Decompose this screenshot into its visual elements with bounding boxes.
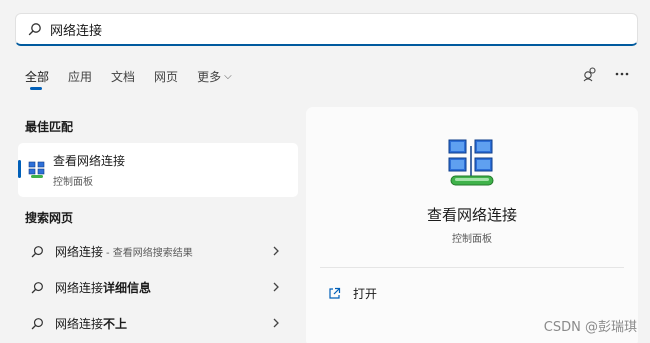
tab-label: 应用	[68, 70, 93, 84]
tab-more[interactable]: 更多 ⌵	[197, 68, 232, 85]
web-search-heading: 搜索网页	[25, 211, 74, 225]
open-button[interactable]: 打开	[328, 285, 377, 302]
web-result-item[interactable]: 网络连接不上	[25, 309, 293, 337]
open-label: 打开	[353, 287, 378, 301]
web-result-item[interactable]: 网络连接 - 查看网络搜索结果	[25, 237, 293, 265]
tab-label: 文档	[111, 70, 136, 84]
watermark: CSDN @彭瑞琪	[543, 320, 637, 335]
tab-documents[interactable]: 文档	[111, 68, 135, 85]
result-name: 查看网络连接	[53, 154, 126, 168]
tab-apps[interactable]: 应用	[68, 68, 92, 85]
search-input[interactable]	[50, 17, 570, 41]
network-connections-icon	[448, 139, 494, 186]
search-box[interactable]	[15, 13, 638, 46]
detail-subtitle: 控制面板	[452, 234, 492, 245]
header-actions	[582, 66, 630, 82]
detail-title: 查看网络连接	[426, 206, 517, 224]
filter-tabs: 全部 应用 文档 网页 更多 ⌵	[25, 68, 251, 90]
search-icon	[31, 245, 45, 258]
chevron-down-icon: ⌵	[224, 71, 232, 82]
tab-label: 网页	[154, 70, 179, 84]
tab-web[interactable]: 网页	[154, 68, 178, 85]
web-result-label: 网络连接不上	[55, 316, 128, 331]
web-result-suffix: - 查看网络搜索结果	[106, 247, 193, 259]
open-external-icon	[328, 287, 342, 300]
network-connections-icon	[28, 161, 45, 178]
divider	[320, 267, 624, 268]
web-result-label: 网络连接详细信息	[55, 280, 152, 295]
web-result-label: 网络连接	[55, 244, 104, 259]
chevron-right-icon	[271, 280, 281, 294]
search-icon	[31, 317, 45, 330]
tab-all[interactable]: 全部	[25, 68, 50, 90]
chevron-right-icon	[271, 316, 281, 330]
share-people-icon[interactable]	[582, 66, 598, 82]
search-icon	[28, 22, 42, 36]
more-ellipsis-icon[interactable]	[614, 66, 630, 82]
best-match-result[interactable]: 查看网络连接 控制面板	[18, 143, 298, 197]
best-match-heading: 最佳匹配	[25, 120, 74, 134]
selection-indicator	[18, 160, 21, 178]
web-result-item[interactable]: 网络连接详细信息	[25, 273, 293, 301]
search-icon	[31, 281, 45, 294]
result-subtitle: 控制面板	[53, 177, 93, 188]
tab-label: 全部	[25, 70, 50, 84]
tab-label: 更多	[197, 70, 222, 84]
chevron-right-icon	[271, 244, 281, 258]
detail-panel: 查看网络连接 控制面板 打开	[306, 107, 638, 343]
